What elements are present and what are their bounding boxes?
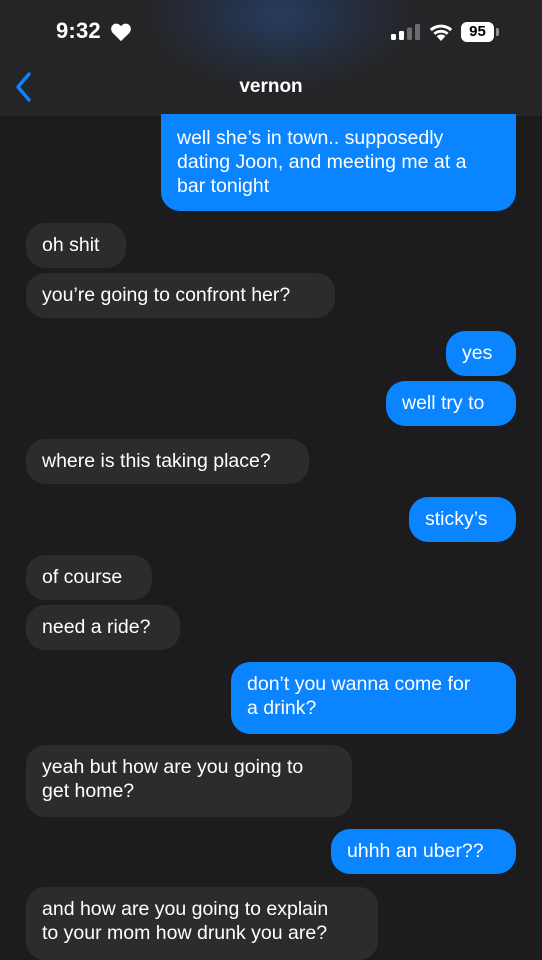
contact-name[interactable]: vernon: [0, 76, 542, 98]
message-bubble-incoming[interactable]: of course: [26, 555, 152, 600]
cellular-signal-icon: [391, 24, 420, 40]
message-bubble-incoming[interactable]: you’re going to confront her?: [26, 273, 335, 318]
wifi-icon: [429, 24, 453, 41]
battery-terminal: [496, 28, 499, 36]
message-bubble-outgoing[interactable]: yes: [446, 331, 516, 376]
battery-icon: 95: [461, 22, 494, 42]
status-time: 9:32: [56, 18, 101, 43]
message-bubble-incoming[interactable]: need a ride?: [26, 605, 180, 650]
message-bubble-outgoing[interactable]: well she’s in town.. supposedly dating J…: [161, 114, 516, 211]
message-bubble-outgoing[interactable]: uhhh an uber??: [331, 829, 516, 874]
heart-icon: [111, 23, 131, 42]
message-bubble-incoming[interactable]: oh shit: [26, 223, 126, 268]
navigation-header: 9:32 95 vernon: [0, 0, 542, 116]
message-bubble-incoming[interactable]: and how are you going to explain to your…: [26, 887, 378, 960]
message-bubble-outgoing[interactable]: sticky’s: [409, 497, 516, 542]
message-bubble-incoming[interactable]: yeah but how are you going to get home?: [26, 745, 352, 817]
message-bubble-outgoing[interactable]: don’t you wanna come for a drink?: [231, 662, 516, 734]
message-bubble-incoming[interactable]: where is this taking place?: [26, 439, 309, 484]
message-bubble-outgoing[interactable]: well try to: [386, 381, 516, 426]
